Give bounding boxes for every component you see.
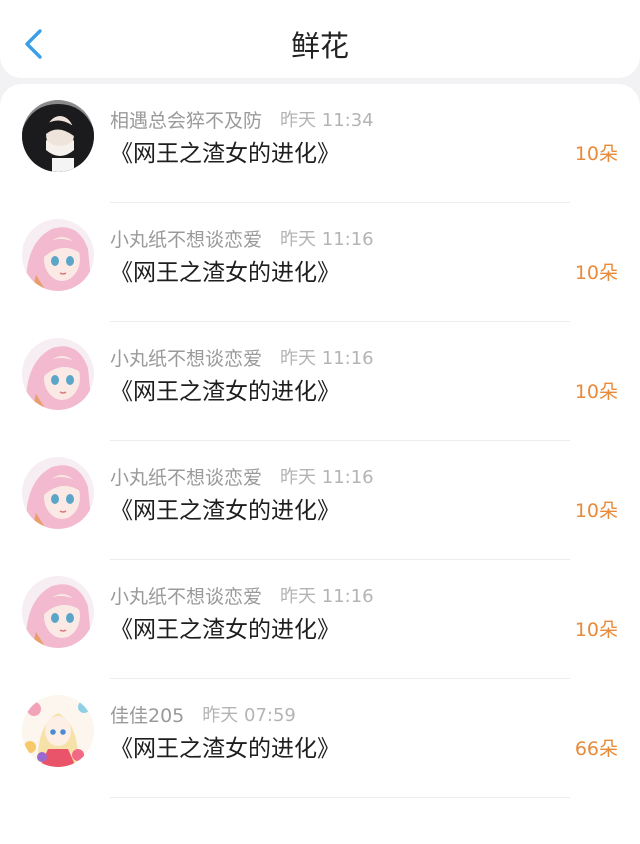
- list-item[interactable]: 佳佳205 昨天 07:59 《网王之渣女的进化》 66朵: [0, 679, 640, 798]
- username[interactable]: 佳佳205: [110, 701, 184, 728]
- avatar[interactable]: [22, 100, 94, 172]
- flower-count: 10朵: [574, 619, 618, 641]
- timestamp: 昨天 07:59: [202, 705, 296, 726]
- flower-anime-girl-avatar: [22, 695, 94, 767]
- avatar[interactable]: [22, 576, 94, 648]
- list-item[interactable]: 小丸纸不想谈恋爱 昨天 11:16 《网王之渣女的进化》 10朵: [0, 203, 640, 322]
- book-title[interactable]: 《网王之渣女的进化》: [110, 372, 340, 406]
- flower-gift-list: 相遇总会猝不及防 昨天 11:34 《网王之渣女的进化》 10朵 小丸纸不想谈恋…: [0, 84, 640, 844]
- item-meta: 小丸纸不想谈恋爱 昨天 11:16: [110, 461, 374, 491]
- book-title[interactable]: 《网王之渣女的进化》: [110, 491, 340, 525]
- flower-count: 10朵: [574, 143, 618, 165]
- list-item[interactable]: 小丸纸不想谈恋爱 昨天 11:16 《网王之渣女的进化》 10朵: [0, 322, 640, 441]
- item-meta: 小丸纸不想谈恋爱 昨天 11:16: [110, 342, 374, 372]
- nav-header: 鲜花: [0, 0, 640, 78]
- flower-count: 10朵: [574, 381, 618, 403]
- book-title[interactable]: 《网王之渣女的进化》: [110, 253, 340, 287]
- username[interactable]: 小丸纸不想谈恋爱: [110, 582, 262, 609]
- timestamp: 昨天 11:16: [280, 229, 374, 250]
- page-title: 鲜花: [290, 29, 349, 63]
- flower-count: 10朵: [574, 262, 618, 284]
- list-item[interactable]: 小丸纸不想谈恋爱 昨天 11:16 《网王之渣女的进化》 10朵: [0, 560, 640, 679]
- item-meta: 相遇总会猝不及防 昨天 11:34: [110, 104, 374, 134]
- item-meta: 小丸纸不想谈恋爱 昨天 11:16: [110, 580, 374, 610]
- timestamp: 昨天 11:16: [280, 348, 374, 369]
- timestamp: 昨天 11:16: [280, 586, 374, 607]
- dark-hair-photo-avatar: [22, 100, 94, 172]
- divider: [110, 797, 570, 798]
- list-item[interactable]: 相遇总会猝不及防 昨天 11:34 《网王之渣女的进化》 10朵: [0, 84, 640, 203]
- username[interactable]: 相遇总会猝不及防: [110, 106, 262, 133]
- username[interactable]: 小丸纸不想谈恋爱: [110, 463, 262, 490]
- avatar[interactable]: [22, 219, 94, 291]
- flower-count: 66朵: [574, 738, 618, 760]
- avatar[interactable]: [22, 695, 94, 767]
- book-title[interactable]: 《网王之渣女的进化》: [110, 134, 340, 168]
- pink-anime-girl-avatar: [22, 457, 94, 529]
- pink-anime-girl-avatar: [22, 338, 94, 410]
- flower-count: 10朵: [574, 500, 618, 522]
- pink-anime-girl-avatar: [22, 576, 94, 648]
- item-meta: 佳佳205 昨天 07:59: [110, 699, 296, 729]
- book-title[interactable]: 《网王之渣女的进化》: [110, 610, 340, 644]
- avatar[interactable]: [22, 457, 94, 529]
- list-item[interactable]: 小丸纸不想谈恋爱 昨天 11:16 《网王之渣女的进化》 10朵: [0, 441, 640, 560]
- avatar[interactable]: [22, 338, 94, 410]
- timestamp: 昨天 11:34: [280, 110, 374, 131]
- username[interactable]: 小丸纸不想谈恋爱: [110, 225, 262, 252]
- username[interactable]: 小丸纸不想谈恋爱: [110, 344, 262, 371]
- item-meta: 小丸纸不想谈恋爱 昨天 11:16: [110, 223, 374, 253]
- pink-anime-girl-avatar: [22, 219, 94, 291]
- book-title[interactable]: 《网王之渣女的进化》: [110, 729, 340, 763]
- timestamp: 昨天 11:16: [280, 467, 374, 488]
